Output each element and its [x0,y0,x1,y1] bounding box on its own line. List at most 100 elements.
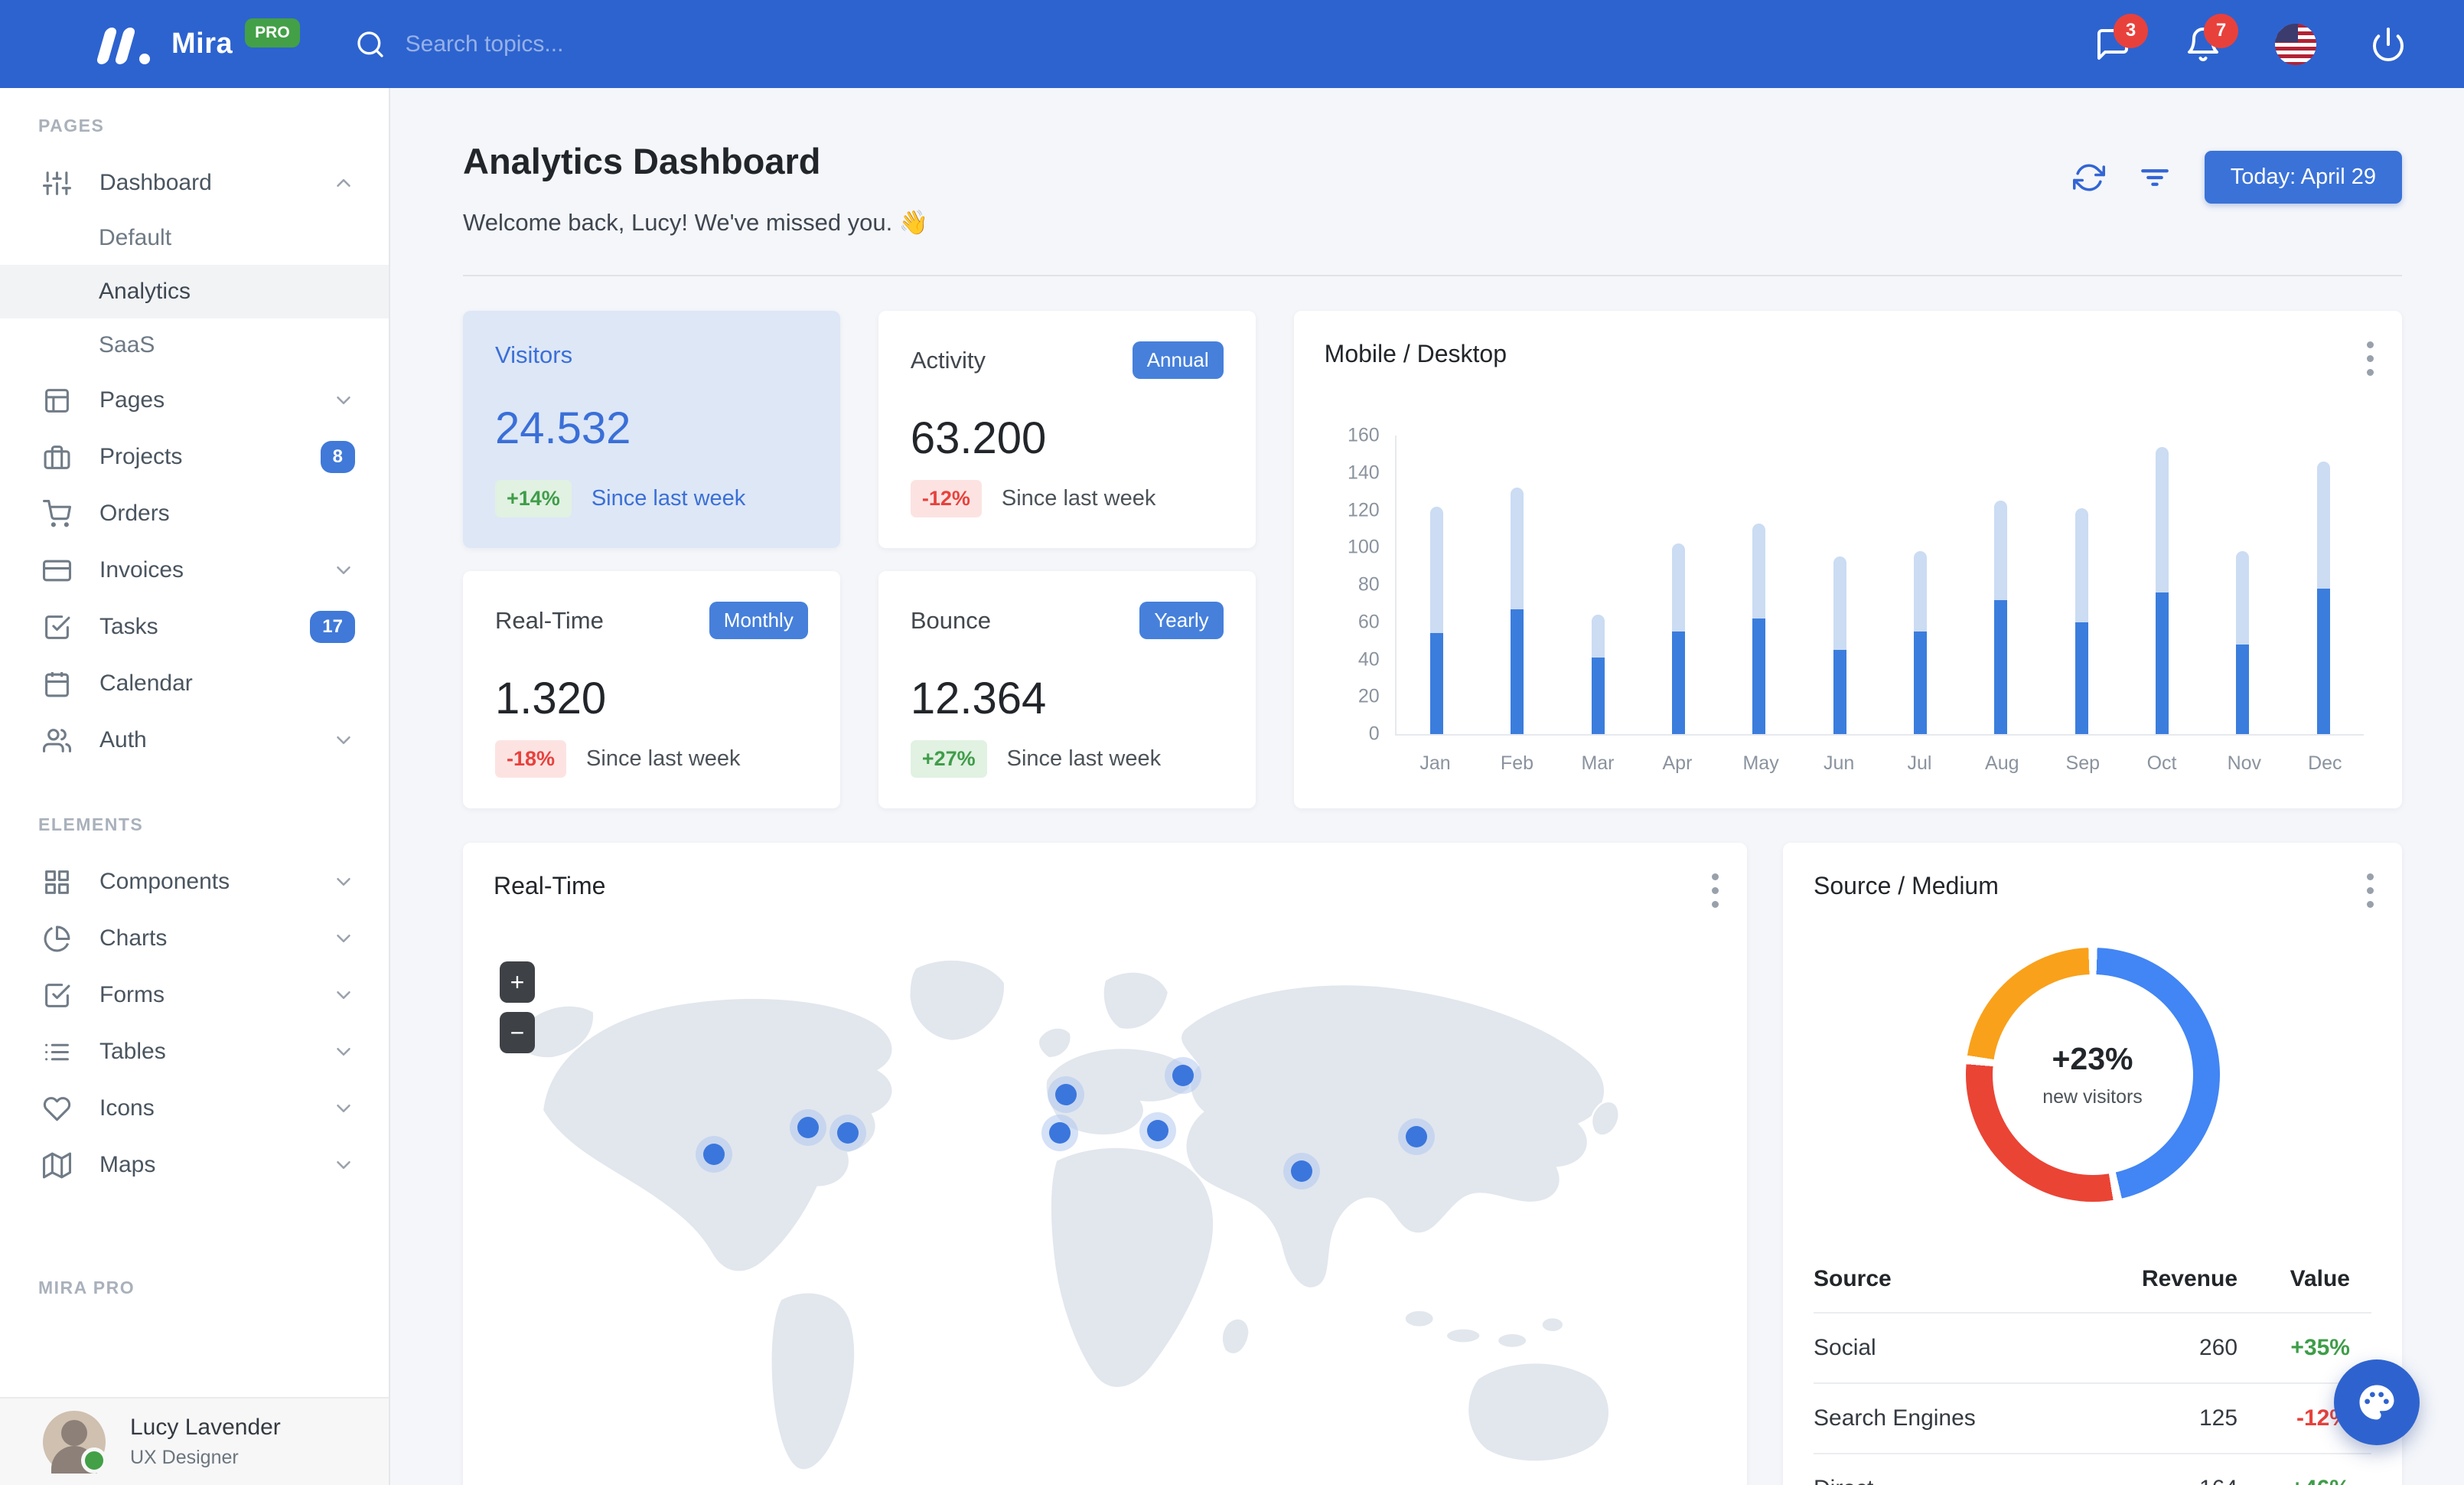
refresh-button[interactable] [2072,162,2105,194]
sidebar-item-auth[interactable]: Auth [0,712,389,769]
tasks-count-badge: 17 [310,611,355,643]
column-header-revenue[interactable]: Revenue [2080,1246,2237,1313]
brand[interactable]: Mira PRO [0,18,300,64]
sidebar-item-maps[interactable]: Maps [0,1137,389,1193]
projects-count-badge: 8 [320,441,355,473]
x-tick-label: Sep [2065,752,2101,774]
map-marker-us-central[interactable] [797,1116,819,1138]
calendar-icon [43,670,71,698]
table-row: Search Engines 125 -12% [1814,1383,2371,1454]
map-marker-east-europe[interactable] [1146,1119,1168,1141]
map-marker-us-west[interactable] [702,1143,725,1165]
map-zoom-out-button[interactable]: − [500,1012,535,1053]
y-tick-label: 0 [1368,723,1380,745]
cell-source: Social [1814,1335,1876,1360]
page-title: Analytics Dashboard [463,141,821,181]
table-row: Social 260 +35% [1814,1313,2371,1383]
messages-button[interactable]: 3 [2094,13,2148,63]
pie-chart-icon [43,925,71,953]
period-tag[interactable]: Yearly [1139,602,1224,639]
sidebar-item-components[interactable]: Components [0,853,389,910]
stat-card-activity: Activity Annual 63.200 -12% Since last w… [878,311,1256,548]
chevron-down-icon [332,559,355,582]
sidebar-item-invoices[interactable]: Invoices [0,542,389,599]
search-box[interactable] [355,29,790,60]
more-options-button[interactable] [1712,873,1719,915]
sidebar-item-icons[interactable]: Icons [0,1080,389,1137]
sidebar-item-forms[interactable]: Forms [0,967,389,1023]
y-tick-label: 40 [1357,648,1380,670]
navbar-actions: 3 7 [2094,13,2464,65]
language-flag-us-button[interactable] [2275,23,2316,65]
map-marker-uk[interactable] [1054,1083,1077,1105]
world-map-graphic [514,958,1620,1471]
stat-note: Since last week [586,746,741,771]
more-options-button[interactable] [2367,341,2374,383]
bar-mobile-segment [1752,618,1766,734]
column-header-value[interactable]: Value [2237,1246,2371,1313]
cell-revenue: 260 [2198,1335,2238,1360]
source-table: Source Revenue Value Social 260 +35% Sea… [1814,1246,2371,1485]
sidebar-item-label: Invoices [99,557,184,583]
notifications-button[interactable]: 7 [2185,13,2238,63]
period-tag[interactable]: Annual [1132,341,1224,379]
delta-chip: -12% [910,480,982,517]
sidebar-subitem-analytics[interactable]: Analytics [0,265,389,318]
sidebar-subitem-saas[interactable]: SaaS [0,318,389,372]
source-medium-panel: Source / Medium +23% new visitors Source… [1783,843,2402,1485]
map-marker-spain[interactable] [1048,1122,1071,1144]
period-tag[interactable]: Monthly [709,602,808,639]
bar-mobile-segment [1994,599,2008,734]
sidebar-item-tables[interactable]: Tables [0,1023,389,1080]
sidebar-item-dashboard[interactable]: Dashboard [0,155,389,211]
stat-note: Since last week [1001,486,1156,511]
map-marker-us-east[interactable] [837,1122,859,1144]
bar-mobile-segment [2316,588,2330,734]
donut-center-label: new visitors [2042,1086,2143,1108]
brand-name: Mira [171,28,233,60]
panel-title: Real-Time [494,872,606,899]
filter-button[interactable] [2139,162,2171,194]
bar-mobile-segment [2156,592,2169,734]
map-marker-china[interactable] [1406,1125,1428,1147]
stat-title: Activity [910,346,986,374]
search-input[interactable] [403,30,790,58]
mira-logo-icon [96,24,150,64]
bar-sep [2075,508,2088,734]
filter-icon [2140,168,2169,186]
table-header-row: Source Revenue Value [1814,1246,2371,1313]
map-marker-india[interactable] [1291,1160,1313,1183]
theme-settings-fab[interactable] [2334,1359,2420,1445]
logout-button[interactable] [2370,26,2407,63]
stat-card-bounce: Bounce Yearly 12.364 +27% Since last wee… [878,571,1256,808]
stat-title: Real-Time [495,606,604,634]
map-zoom-in-button[interactable]: + [500,961,535,1003]
sidebar-item-label: Auth [99,727,147,752]
sidebar-subitem-default[interactable]: Default [0,211,389,265]
y-tick-label: 140 [1347,462,1380,484]
sidebar-item-tasks[interactable]: Tasks 17 [0,599,389,655]
bar-oct [2156,446,2169,734]
heart-icon [43,1095,71,1123]
sidebar-item-label: Orders [99,501,170,526]
column-header-source[interactable]: Source [1814,1246,2080,1313]
section-label-pages: PAGES [38,116,105,135]
sidebar-user-card[interactable]: Lucy Lavender UX Designer [0,1397,389,1485]
sidebar-item-calendar[interactable]: Calendar [0,655,389,712]
date-button[interactable]: Today: April 29 [2204,151,2402,204]
map-marker-russia[interactable] [1172,1065,1195,1087]
bar-jul [1913,551,1927,734]
more-options-button[interactable] [2367,873,2374,915]
page-subtitle: Welcome back, Lucy! We've missed you. 👋 [463,209,929,236]
bar-nov [2236,551,2250,734]
search-icon [357,31,383,57]
cell-source: Direct [1814,1454,2080,1485]
sidebar-item-projects[interactable]: Projects 8 [0,429,389,485]
sidebar-item-charts[interactable]: Charts [0,910,389,967]
bar-may [1752,523,1766,734]
sidebar-item-label: Forms [99,982,165,1007]
chevron-down-icon [332,870,355,893]
x-tick-label: May [1742,752,1779,774]
sidebar-item-pages[interactable]: Pages [0,372,389,429]
sidebar-item-orders[interactable]: Orders [0,485,389,542]
